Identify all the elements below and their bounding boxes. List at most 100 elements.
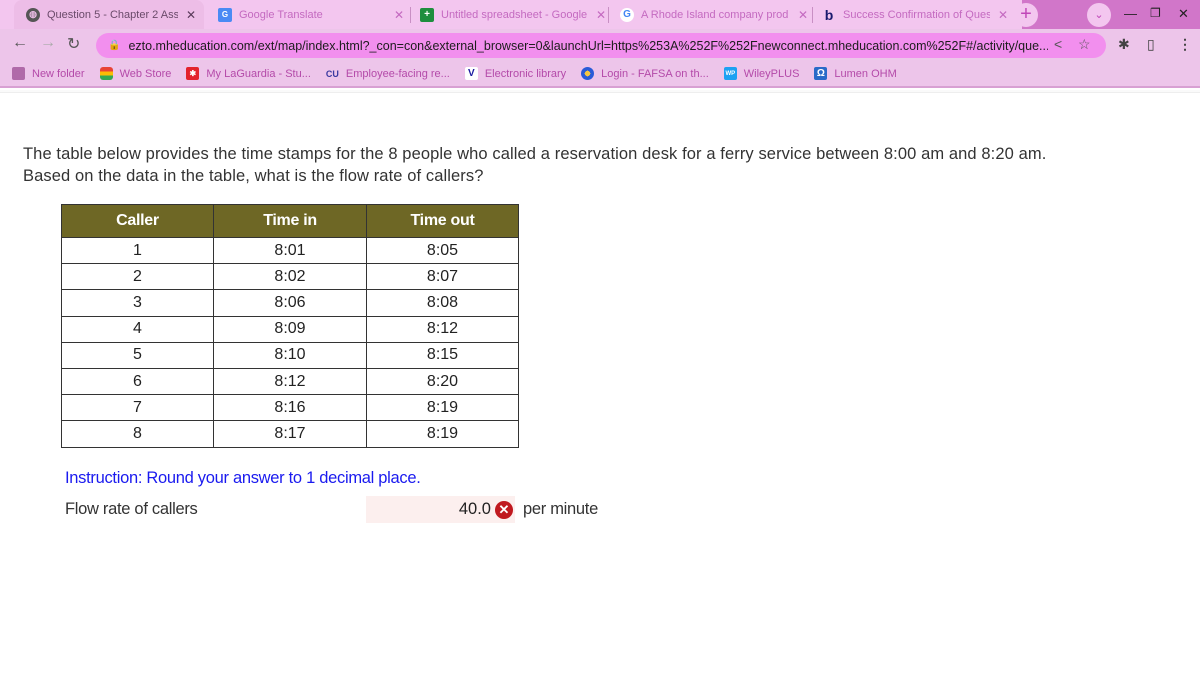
bookmark-web-store[interactable]: Web Store — [99, 67, 172, 80]
unit-label: per minute — [523, 500, 598, 518]
google-translate-icon: G — [218, 7, 232, 22]
bookmark-label: Web Store — [119, 67, 172, 80]
bookmark-label: Lumen OHM — [834, 67, 897, 80]
bookmark-label: WileyPLUS — [743, 67, 800, 80]
table-row: 2 8:02 8:07 — [61, 263, 519, 291]
lumen-omega-icon: Ω — [814, 67, 828, 80]
cell-time-out: 8:08 — [366, 289, 519, 317]
tab-separator — [812, 7, 813, 23]
bartleby-icon: b — [824, 6, 834, 23]
table-row: 5 8:10 8:15 — [61, 341, 519, 369]
incorrect-x-icon: ✕ — [495, 500, 513, 519]
minimize-icon[interactable]: — — [1124, 6, 1137, 21]
tab-google-translate[interactable]: G Google Translate ✕ — [210, 0, 406, 29]
cuny-icon: CU — [325, 68, 339, 79]
folder-icon — [12, 67, 25, 80]
bookmark-label: Login - FAFSA on th... — [601, 67, 709, 80]
bookmark-employee-facing[interactable]: CU Employee-facing re... — [326, 67, 450, 80]
table-header-row: Caller Time in Time out — [61, 204, 519, 238]
cell-time-out: 8:20 — [366, 367, 519, 396]
cell-time-in: 8:10 — [213, 341, 367, 369]
cell-time-in: 8:17 — [213, 420, 367, 448]
extensions-puzzle-icon[interactable]: ✱ — [1118, 36, 1130, 53]
bookmark-label: Electronic library — [484, 67, 567, 80]
cell-caller: 8 — [61, 420, 214, 448]
cell-caller: 5 — [61, 341, 214, 369]
tab-separator — [410, 7, 411, 23]
table-row: 8 8:17 8:19 — [61, 420, 519, 448]
table-row: 4 8:09 8:12 — [61, 315, 519, 343]
globe-icon: ◍ — [26, 7, 40, 22]
back-arrow-icon[interactable]: ← — [12, 34, 28, 52]
tab-separator — [608, 7, 609, 23]
browser-toolbar: ← → ↻ 🔒 ezto.mheducation.com/ext/map/ind… — [0, 29, 1200, 61]
bookmark-label: My LaGuardia - Stu... — [206, 67, 311, 80]
tab-strip: ◍ Question 5 - Chapter 2 Assignm ✕ G Goo… — [0, 0, 1200, 29]
close-icon[interactable]: ✕ — [594, 8, 608, 22]
callers-table: Caller Time in Time out 1 8:01 8:05 2 8:… — [61, 204, 519, 448]
header-caller: Caller — [61, 204, 214, 238]
bookmark-electronic-library[interactable]: V Electronic library — [464, 67, 567, 80]
cell-time-out: 8:15 — [366, 341, 519, 369]
google-sheets-icon: + — [420, 7, 434, 22]
content-top-strip — [0, 90, 1200, 93]
forward-arrow-icon[interactable]: → — [40, 34, 56, 52]
answer-value[interactable]: 40.0 — [459, 500, 491, 519]
flow-rate-input[interactable]: 40.0 ✕ — [366, 496, 515, 523]
bookmark-label: Employee-facing re... — [345, 67, 450, 80]
cell-time-out: 8:12 — [366, 315, 519, 343]
cell-caller: 1 — [61, 236, 214, 265]
new-tab-button[interactable]: + — [1014, 3, 1038, 27]
table-row: 1 8:01 8:05 — [61, 236, 519, 265]
restore-icon[interactable]: ❐ — [1150, 6, 1161, 20]
tab-title: Success Confirmation of Ques — [843, 8, 990, 21]
flow-rate-label: Flow rate of callers — [65, 500, 198, 518]
share-icon[interactable]: < — [1054, 36, 1062, 52]
tab-title: Untitled spreadsheet - Google S — [441, 8, 588, 21]
table-row: 3 8:06 8:08 — [61, 289, 519, 317]
question-text: The table below provides the time stamps… — [23, 145, 1047, 185]
address-bar[interactable]: 🔒 ezto.mheducation.com/ext/map/index.htm… — [96, 33, 1106, 58]
close-icon[interactable]: ✕ — [796, 8, 810, 22]
tab-rhode-island[interactable]: G A Rhode Island company prod ✕ — [614, 0, 810, 29]
cell-time-in: 8:01 — [213, 236, 367, 265]
menu-kebab-icon[interactable]: ⋮ — [1178, 36, 1192, 53]
cell-time-out: 8:19 — [366, 420, 519, 448]
cell-caller: 4 — [61, 315, 214, 343]
close-icon[interactable]: ✕ — [392, 8, 406, 22]
bookmark-my-laguardia[interactable]: ✱ My LaGuardia - Stu... — [186, 67, 311, 80]
tab-success-confirmation[interactable]: b Success Confirmation of Ques ✕ — [818, 0, 1010, 29]
cell-time-out: 8:19 — [366, 394, 519, 422]
bookmark-wileyplus[interactable]: WP WileyPLUS — [723, 67, 800, 80]
bookmark-star-icon[interactable]: ☆ — [1078, 36, 1091, 53]
tab-search-chevron-icon[interactable]: ⌄ — [1087, 3, 1111, 27]
reload-icon[interactable]: ↻ — [67, 34, 80, 54]
web-store-icon — [99, 67, 113, 80]
library-v-icon: V — [464, 67, 478, 80]
url-text[interactable]: ezto.mheducation.com/ext/map/index.html?… — [128, 39, 1048, 53]
bookmark-new-folder[interactable]: New folder — [12, 67, 85, 80]
close-icon[interactable]: ✕ — [996, 8, 1010, 22]
cell-time-in: 8:12 — [213, 367, 367, 396]
bookmarks-bar: New folder Web Store ✱ My LaGuardia - St… — [0, 61, 1200, 88]
bookmark-lumen-ohm[interactable]: Ω Lumen OHM — [814, 67, 897, 80]
cell-time-out: 8:07 — [366, 263, 519, 291]
tab-untitled-spreadsheet[interactable]: + Untitled spreadsheet - Google S ✕ — [414, 0, 608, 29]
globe-fafsa-icon — [581, 67, 595, 80]
tab-question-5[interactable]: ◍ Question 5 - Chapter 2 Assignm ✕ — [14, 0, 204, 29]
side-panel-icon[interactable]: ▯ — [1147, 36, 1155, 53]
bookmark-fafsa[interactable]: Login - FAFSA on th... — [581, 67, 709, 80]
tab-title: A Rhode Island company prod — [641, 8, 789, 21]
cell-caller: 7 — [61, 394, 214, 422]
google-icon: G — [620, 7, 634, 22]
page-content: The table below provides the time stamps… — [0, 90, 1200, 675]
close-icon[interactable]: ✕ — [184, 8, 198, 22]
header-time-in: Time in — [213, 204, 367, 238]
table-row: 6 8:12 8:20 — [61, 367, 519, 396]
wileyplus-icon: WP — [723, 67, 737, 80]
cell-caller: 2 — [61, 263, 214, 291]
window-close-icon[interactable]: ✕ — [1178, 6, 1189, 22]
cell-time-in: 8:16 — [213, 394, 367, 422]
laguardia-icon: ✱ — [186, 67, 200, 80]
instruction-text: Instruction: Round your answer to 1 deci… — [65, 469, 421, 487]
